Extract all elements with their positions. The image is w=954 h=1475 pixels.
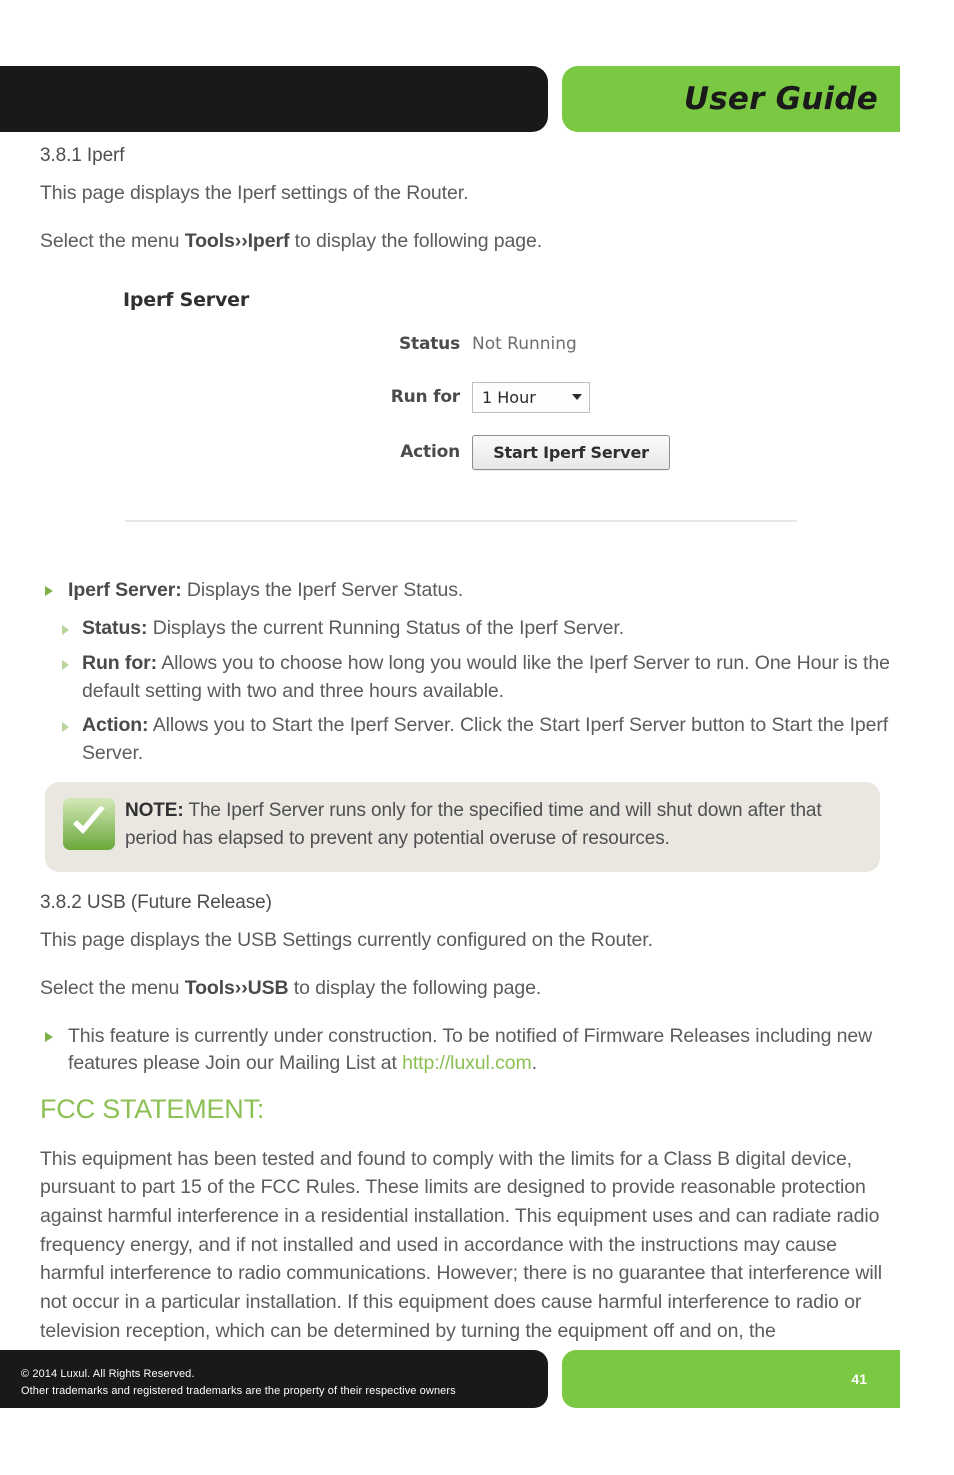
check-mark-icon [63, 797, 115, 850]
note-callout: NOTE: The Iperf Server runs only for the… [45, 781, 880, 872]
triangle-bullet-icon [45, 1032, 53, 1043]
run-for-label: Run for [390, 387, 460, 408]
iperf-menu-paragraph: Select the menu Tools››Iperf to display … [40, 228, 914, 254]
footer-copyright: © 2014 Luxul. All Rights Reserved. Other… [21, 1366, 456, 1400]
status-value: Not Running [472, 333, 577, 354]
usb-under-construction-bullet: This feature is currently under construc… [40, 1023, 913, 1076]
note-label: NOTE: [125, 799, 184, 821]
triangle-subbullet-icon [62, 625, 69, 636]
usb-menu-path: Tools››USB [184, 976, 289, 999]
description-action: Action: Allows you to Start the Iperf Se… [40, 712, 914, 767]
fcc-statement-heading: FCC STATEMENT: [40, 1094, 265, 1125]
description-status: Status: Displays the current Running Sta… [40, 615, 914, 643]
header-green-bar: User Guide [562, 66, 900, 132]
description-term: Status: [82, 617, 148, 640]
footer-copyright-line-2: Other trademarks and registered trademar… [21, 1385, 456, 1398]
description-term: Run for: [82, 651, 158, 674]
description-text: Allows you to choose how long you would … [82, 651, 890, 702]
iperf-menu-prefix: Select the menu [40, 230, 185, 253]
page-title: User Guide [683, 81, 878, 117]
footer-green-bar: 41 [562, 1350, 900, 1408]
page-content: 3.8.1 Iperf This page displays the Iperf… [40, 145, 914, 1365]
iperf-intro-paragraph: This page displays the Iperf settings of… [40, 182, 469, 204]
description-iperf-server: Iperf Server: Displays the Iperf Server … [40, 577, 914, 604]
status-row: Status Not Running [40, 334, 800, 354]
fcc-statement-body: This equipment has been tested and found… [40, 1147, 883, 1342]
description-text: Allows you to Start the Iperf Server. Cl… [82, 714, 889, 764]
triangle-bullet-icon [45, 585, 53, 596]
section-heading-usb: 3.8.2 USB (Future Release) [40, 891, 272, 913]
triangle-subbullet-icon [62, 659, 69, 670]
note-text: NOTE: The Iperf Server runs only for the… [125, 796, 862, 856]
section-heading-iperf: 3.8.1 Iperf [40, 145, 125, 166]
screenshot-divider [125, 519, 797, 522]
description-text: Displays the Iperf Server Status. [181, 578, 464, 601]
iperf-menu-path: Tools››Iperf [184, 230, 290, 253]
usb-intro-paragraph: This page displays the USB Settings curr… [40, 928, 653, 951]
usb-menu-paragraph: Select the menu Tools››USB to display th… [40, 975, 914, 1001]
page-number: 41 [851, 1371, 867, 1387]
usb-menu-suffix: to display the following page. [288, 976, 542, 999]
start-iperf-server-button[interactable]: Start Iperf Server [472, 434, 670, 470]
chevron-down-icon [572, 394, 582, 401]
status-label: Status [399, 333, 460, 354]
run-for-selected-value: 1 Hour [482, 387, 536, 407]
footer-copyright-line-1: © 2014 Luxul. All Rights Reserved. [21, 1368, 195, 1380]
footer-black-bar: © 2014 Luxul. All Rights Reserved. Other… [0, 1350, 548, 1408]
description-text: Displays the current Running Status of t… [147, 617, 625, 640]
triangle-subbullet-icon [62, 722, 69, 733]
luxul-website-link[interactable]: http://luxul.com [402, 1052, 532, 1074]
description-term: Action: [82, 714, 149, 737]
description-term: Iperf Server: [68, 578, 182, 601]
run-for-select[interactable]: 1 Hour [472, 381, 590, 413]
action-row: Action Start Iperf Server [40, 434, 800, 470]
run-for-row: Run for 1 Hour [40, 381, 800, 413]
page-header: User Guide [0, 66, 954, 132]
iperf-menu-suffix: to display the following page. [289, 230, 543, 253]
page-footer: © 2014 Luxul. All Rights Reserved. Other… [0, 1350, 954, 1408]
header-black-bar [0, 66, 548, 132]
note-body: The Iperf Server runs only for the speci… [125, 799, 822, 850]
iperf-server-screenshot: Iperf Server Status Not Running Run for … [40, 277, 914, 577]
action-label: Action [400, 442, 460, 463]
description-run-for: Run for: Allows you to choose how long y… [40, 650, 914, 705]
usb-bullet-suffix: . [531, 1051, 537, 1074]
usb-menu-prefix: Select the menu [40, 976, 185, 999]
iperf-server-panel-title: Iperf Server [123, 288, 249, 311]
